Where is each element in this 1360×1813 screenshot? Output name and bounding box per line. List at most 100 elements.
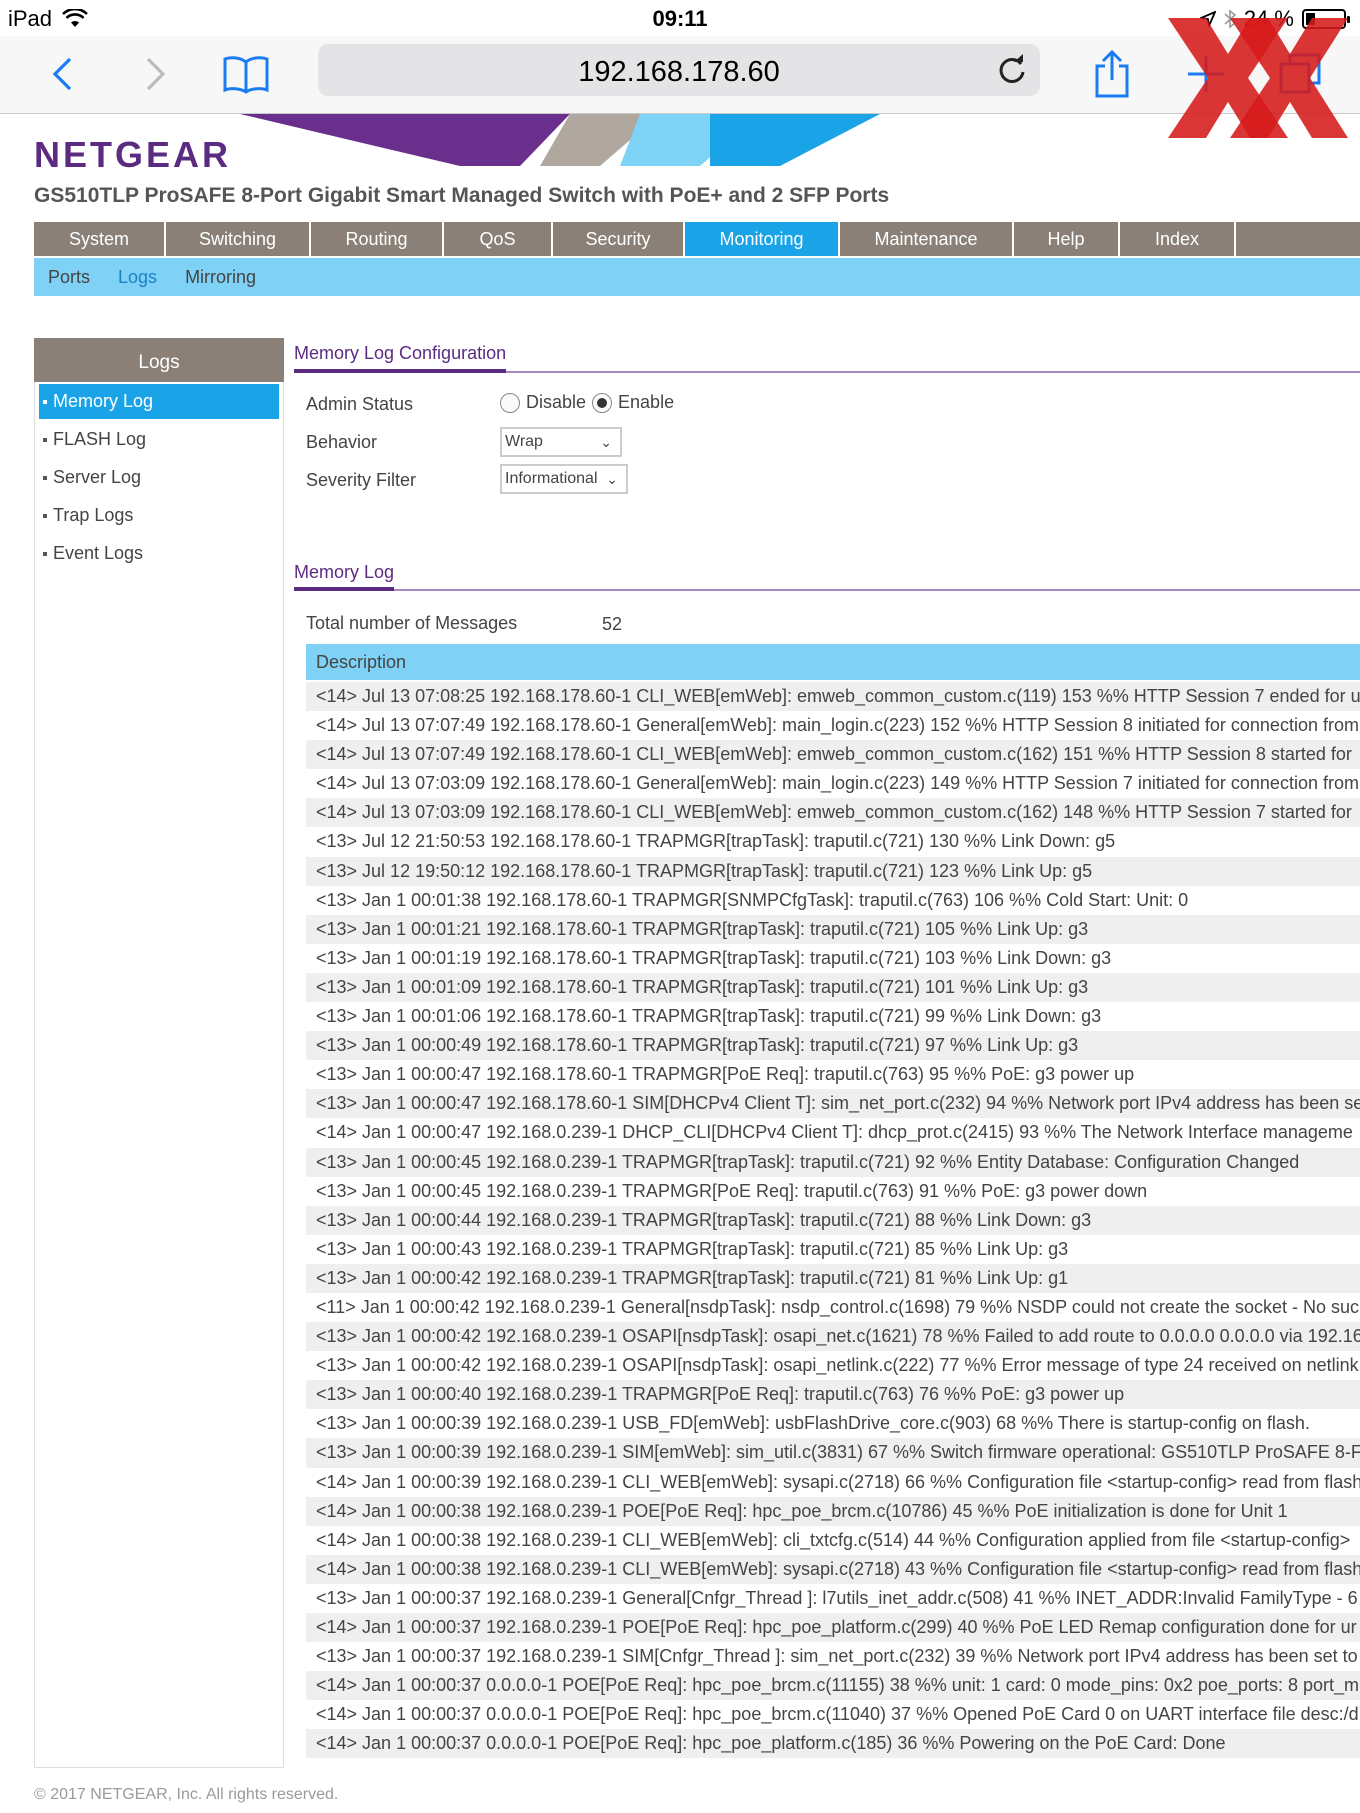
- bullet-icon: [43, 551, 47, 556]
- status-time: 09:11: [652, 6, 708, 31]
- table-row: <13> Jan 1 00:00:42 192.168.0.239-1 OSAP…: [306, 1322, 1360, 1352]
- table-row: <13> Jan 1 00:00:39 192.168.0.239-1 USB_…: [316, 1413, 1310, 1434]
- main-nav: System Switching Routing QoS Security Mo…: [34, 222, 1360, 256]
- copyright-footer: © 2017 NETGEAR, Inc. All rights reserved…: [34, 1786, 339, 1803]
- bullet-icon: [43, 399, 47, 404]
- severity-select-value: Informational: [505, 470, 598, 487]
- sub-nav: Ports Logs Mirroring: [34, 258, 1360, 296]
- table-row: <13> Jan 1 00:00:37 192.168.0.239-1 Gene…: [316, 1587, 1358, 1608]
- table-row: <13> Jan 1 00:01:19 192.168.178.60-1 TRA…: [316, 947, 1112, 968]
- total-messages-value: 52: [602, 614, 623, 634]
- url-bar[interactable]: 192.168.178.60: [318, 44, 1040, 96]
- table-row: <13> Jan 1 00:01:06 192.168.178.60-1 TRA…: [316, 1006, 1102, 1027]
- bullet-icon: [43, 513, 47, 518]
- table-row: <13> Jan 1 00:00:37 192.168.0.239-1 SIM[…: [316, 1646, 1358, 1667]
- header-banner: [240, 114, 880, 166]
- total-messages-label: Total number of Messages: [306, 613, 518, 633]
- behavior-select[interactable]: Wrap ⌄: [500, 427, 622, 457]
- behavior-label: Behavior: [306, 432, 378, 452]
- sidebar-title: Logs: [34, 338, 284, 382]
- tab-qos[interactable]: QoS: [444, 222, 553, 256]
- memory-log-section-title: Memory Log: [294, 562, 395, 582]
- sidebar-item-memory-log[interactable]: Memory Log: [39, 384, 279, 419]
- sidebar-item-label: FLASH Log: [53, 429, 147, 449]
- table-row: <14> Jul 13 07:03:09 192.168.178.60-1 Ge…: [316, 773, 1359, 794]
- url-text: 192.168.178.60: [578, 56, 780, 88]
- severity-filter-label: Severity Filter: [306, 470, 417, 490]
- bullet-icon: [43, 475, 47, 480]
- table-row: <14> Jan 1 00:00:39 192.168.0.239-1 CLI_…: [316, 1471, 1360, 1492]
- tab-switching[interactable]: Switching: [166, 222, 311, 256]
- table-row: <14> Jan 1 00:00:47 192.168.0.239-1 DHCP…: [316, 1122, 1353, 1143]
- memory-log-table: Description <14> Jul 13 07:08:25 192.168…: [306, 644, 1360, 1759]
- tab-monitoring[interactable]: Monitoring: [685, 222, 840, 256]
- disable-radio-label: Disable: [526, 392, 587, 412]
- chevron-down-icon: ⌄: [600, 434, 612, 450]
- table-row: <13> Jan 1 00:00:44 192.168.0.239-1 TRAP…: [306, 1205, 1360, 1235]
- table-row: <13> Jan 1 00:00:39 192.168.0.239-1 SIM[…: [306, 1438, 1360, 1468]
- ios-status-bar: iPad 09:11 24 %: [0, 0, 1360, 36]
- reload-icon[interactable]: [994, 52, 1030, 88]
- memory-log-section-underline: [294, 587, 1360, 591]
- sidebar-item-flash-log[interactable]: FLASH Log: [39, 422, 279, 457]
- table-row: <14> Jan 1 00:00:37 192.168.0.239-1 POE[…: [306, 1613, 1360, 1643]
- table-row: <13> Jan 1 00:00:49 192.168.178.60-1 TRA…: [306, 1031, 1360, 1061]
- admin-status-radios: Disable Enable: [500, 392, 674, 413]
- table-row: <14> Jan 1 00:00:37 0.0.0.0-1 POE[PoE Re…: [306, 1729, 1360, 1759]
- subnav-mirroring[interactable]: Mirroring: [185, 267, 256, 288]
- bookmarks-button[interactable]: [222, 50, 270, 98]
- tab-maintenance[interactable]: Maintenance: [840, 222, 1014, 256]
- table-row: <14> Jan 1 00:00:37 0.0.0.0-1 POE[PoE Re…: [306, 1671, 1360, 1701]
- bookmarks-icon: [223, 56, 269, 94]
- table-row: <13> Jan 1 00:00:47 192.168.178.60-1 TRA…: [316, 1064, 1135, 1085]
- sidebar-item-trap-logs[interactable]: Trap Logs: [39, 498, 279, 533]
- back-button[interactable]: [38, 50, 86, 98]
- sidebar-item-event-logs[interactable]: Event Logs: [39, 536, 279, 571]
- config-section-title: Memory Log Configuration: [294, 343, 507, 363]
- description-column-header: Description: [306, 644, 1360, 680]
- xx-watermark: [1168, 18, 1348, 138]
- subnav-logs[interactable]: Logs: [118, 267, 157, 288]
- table-row: <14> Jul 13 07:07:49 192.168.178.60-1 CL…: [306, 740, 1360, 770]
- netgear-logo: NETGEAR: [34, 134, 232, 175]
- table-row: <13> Jan 1 00:00:43 192.168.0.239-1 TRAP…: [316, 1238, 1069, 1259]
- table-row: <13> Jul 12 21:50:53 192.168.178.60-1 TR…: [316, 831, 1116, 852]
- table-row: <13> Jan 1 00:01:38 192.168.178.60-1 TRA…: [316, 889, 1189, 910]
- table-row: <13> Jan 1 00:00:40 192.168.0.239-1 TRAP…: [306, 1380, 1360, 1410]
- back-icon: [52, 57, 72, 91]
- behavior-select-value: Wrap: [505, 433, 543, 450]
- chevron-down-icon: ⌄: [606, 471, 618, 487]
- tab-help[interactable]: Help: [1014, 222, 1120, 256]
- table-row: <11> Jan 1 00:00:42 192.168.0.239-1 Gene…: [316, 1296, 1359, 1317]
- table-row: <14> Jul 13 07:07:49 192.168.178.60-1 Ge…: [316, 715, 1359, 736]
- table-row: <14> Jul 13 07:08:25 192.168.178.60-1 CL…: [306, 682, 1360, 712]
- tab-index[interactable]: Index: [1120, 222, 1236, 256]
- sidebar-item-server-log[interactable]: Server Log: [39, 460, 279, 495]
- admin-status-label: Admin Status: [306, 394, 414, 414]
- bullet-icon: [43, 437, 47, 442]
- tab-routing[interactable]: Routing: [311, 222, 444, 256]
- table-row: <14> Jan 1 00:00:38 192.168.0.239-1 POE[…: [306, 1496, 1360, 1526]
- forward-icon: [146, 57, 166, 91]
- table-row: <13> Jan 1 00:01:09 192.168.178.60-1 TRA…: [306, 972, 1360, 1003]
- enable-radio-label: Enable: [618, 392, 675, 412]
- table-row: <13> Jan 1 00:01:21 192.168.178.60-1 TRA…: [306, 914, 1360, 944]
- tab-security[interactable]: Security: [553, 222, 685, 256]
- severity-filter-select[interactable]: Informational ⌄: [500, 464, 628, 494]
- table-row: <14> Jan 1 00:00:38 192.168.0.239-1 CLI_…: [306, 1554, 1360, 1584]
- enable-radio[interactable]: [592, 392, 613, 413]
- table-row: <14> Jan 1 00:00:38 192.168.0.239-1 CLI_…: [316, 1529, 1351, 1550]
- table-row: <14> Jan 1 00:00:37 0.0.0.0-1 POE[PoE Re…: [316, 1704, 1359, 1725]
- forward-button[interactable]: [132, 50, 180, 98]
- tab-system[interactable]: System: [34, 222, 166, 256]
- sidebar-item-label: Trap Logs: [53, 505, 134, 525]
- disable-radio[interactable]: [500, 392, 520, 413]
- share-icon: [1095, 50, 1129, 98]
- table-row: <13> Jan 1 00:00:47 192.168.178.60-1 SIM…: [306, 1089, 1360, 1119]
- share-button[interactable]: [1088, 50, 1136, 98]
- sidebar-item-label: Memory Log: [53, 391, 154, 411]
- sidebar-item-label: Server Log: [53, 467, 142, 487]
- subnav-ports[interactable]: Ports: [48, 267, 90, 288]
- config-section-underline: [294, 369, 1360, 373]
- table-row: <14> Jul 13 07:03:09 192.168.178.60-1 CL…: [306, 798, 1360, 828]
